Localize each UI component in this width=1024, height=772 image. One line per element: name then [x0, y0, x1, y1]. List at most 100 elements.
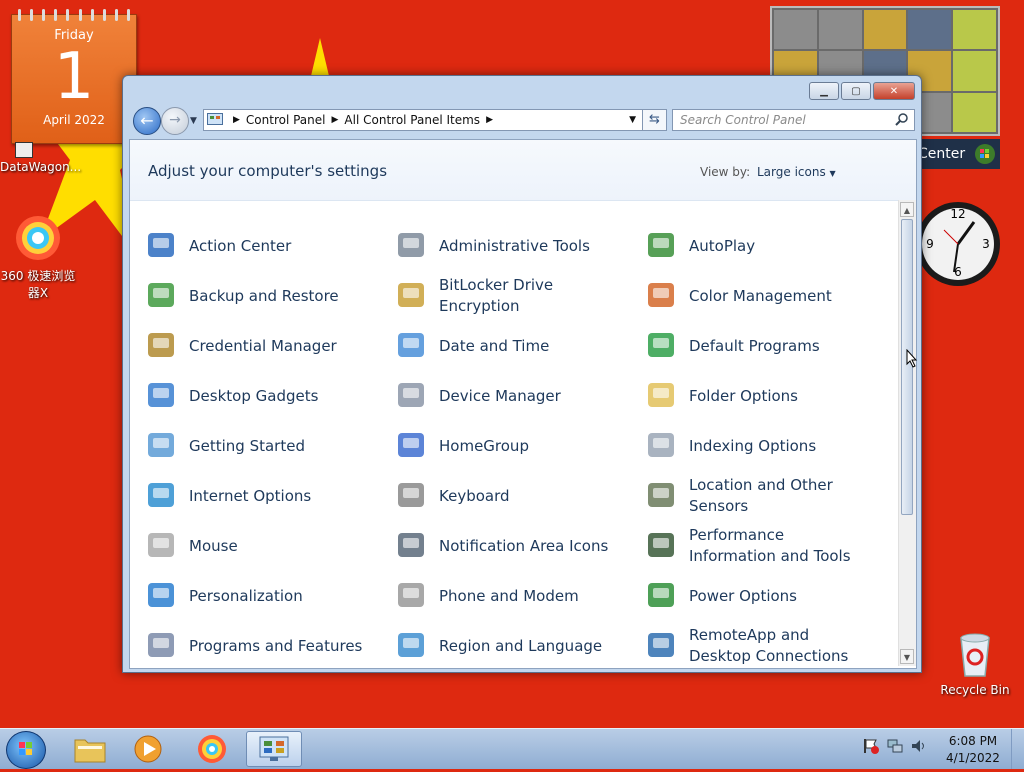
start-button[interactable] [6, 731, 46, 769]
forward-button[interactable]: → [161, 107, 189, 135]
cp-item[interactable]: Power Options [645, 574, 885, 618]
breadcrumb-separator[interactable]: ▶ [332, 115, 339, 125]
taskbar-360-browser[interactable] [184, 731, 240, 767]
clock-number-3: 3 [982, 237, 990, 251]
search-placeholder: Search Control Panel [680, 113, 806, 127]
cp-item-label: Location and Other Sensors [689, 476, 833, 515]
maximize-button[interactable]: ▢ [841, 82, 871, 100]
minimize-button[interactable]: ▁ [809, 82, 839, 100]
address-dropdown-icon[interactable]: ▼ [629, 115, 636, 125]
breadcrumb-all-items[interactable]: All Control Panel Items [344, 113, 480, 127]
cp-item[interactable]: BitLocker Drive Encryption [395, 274, 635, 318]
cp-item[interactable]: Getting Started [145, 424, 385, 468]
taskbar-media-player[interactable] [120, 731, 176, 767]
cp-item[interactable]: Administrative Tools [395, 224, 635, 268]
desktop-icon-datawagon[interactable]: DataWagon... [0, 142, 81, 174]
performance-icon [645, 529, 679, 563]
cp-item[interactable]: Region and Language [395, 624, 635, 668]
address-bar[interactable]: ▶ Control Panel ▶ All Control Panel Item… [203, 109, 643, 131]
close-button[interactable]: ✕ [873, 82, 915, 100]
cp-item-label: Device Manager [439, 386, 561, 405]
cp-item[interactable]: RemoteApp and Desktop Connections [645, 624, 885, 668]
bitlocker-key-icon [395, 279, 429, 313]
content-pane: Adjust your computer's settings View by:… [129, 139, 917, 669]
cp-item[interactable]: Indexing Options [645, 424, 885, 468]
media-center-bar[interactable]: Center [912, 139, 1000, 169]
cp-item[interactable]: Action Center [145, 224, 385, 268]
recent-pages-dropdown[interactable]: ▼ [190, 116, 197, 126]
vertical-scrollbar[interactable]: ▲ ▼ [898, 200, 916, 666]
recycle-bin-icon [960, 633, 990, 677]
cp-item[interactable]: Default Programs [645, 324, 885, 368]
cp-item[interactable]: Mouse [145, 524, 385, 568]
breadcrumb-separator[interactable]: ▶ [486, 115, 493, 125]
cp-item-label: Keyboard [439, 486, 510, 505]
view-by-dropdown[interactable]: Large icons ▼ [757, 165, 836, 179]
control-panel-window[interactable]: ▁ ▢ ✕ ← → ▼ ▶ Control Panel ▶ All Contro… [122, 75, 922, 673]
getting-started-icon [145, 429, 179, 463]
control-panel-icon [207, 113, 223, 125]
cp-item[interactable]: Desktop Gadgets [145, 374, 385, 418]
cp-item[interactable]: AutoPlay [645, 224, 885, 268]
color-management-icon [645, 279, 679, 313]
cp-item[interactable]: Folder Options [645, 374, 885, 418]
refresh-button[interactable]: ⇆ [643, 109, 667, 131]
default-programs-icon [645, 329, 679, 363]
desktop-icon-360-browser[interactable]: 360 极速浏览器X [0, 214, 76, 301]
cp-item[interactable]: Device Manager [395, 374, 635, 418]
cp-item[interactable]: HomeGroup [395, 424, 635, 468]
network-icon[interactable] [886, 737, 904, 755]
cp-item[interactable]: Backup and Restore [145, 274, 385, 318]
action-center-flag-icon[interactable] [862, 737, 880, 755]
browser-swirl-icon [198, 735, 226, 763]
shortcut-icon [15, 142, 33, 158]
autoplay-icon [645, 229, 679, 263]
cp-item[interactable]: Programs and Features [145, 624, 385, 668]
cp-item-label: Phone and Modem [439, 586, 579, 605]
calendar-gadget[interactable]: Friday 1 April 2022 [11, 9, 137, 144]
taskbar-explorer[interactable] [62, 731, 118, 767]
taskbar-clock[interactable]: 6:08 PM 4/1/2022 [940, 733, 1006, 767]
phone-icon [395, 579, 429, 613]
desktop-icon-label: Recycle Bin [940, 683, 1010, 697]
breadcrumb-separator[interactable]: ▶ [233, 115, 240, 125]
cp-item[interactable]: Notification Area Icons [395, 524, 635, 568]
cp-item[interactable]: Credential Manager [145, 324, 385, 368]
cp-item[interactable]: Performance Information and Tools [645, 524, 885, 568]
breadcrumb-control-panel[interactable]: Control Panel [246, 113, 326, 127]
calendar-day-number: 1 [53, 40, 95, 114]
device-manager-icon [395, 379, 429, 413]
cp-item-label: Action Center [189, 236, 292, 255]
clock-gadget[interactable]: 12 3 6 9 [914, 182, 1002, 306]
search-input[interactable]: Search Control Panel [672, 109, 915, 131]
homegroup-icon [395, 429, 429, 463]
credential-vault-icon [145, 329, 179, 363]
page-title: Adjust your computer's settings [148, 162, 388, 180]
scroll-down-button[interactable]: ▼ [900, 649, 914, 664]
volume-icon[interactable] [910, 737, 928, 755]
flag-icon [145, 229, 179, 263]
programs-icon [145, 629, 179, 663]
show-desktop-button[interactable] [1011, 729, 1024, 769]
desktop-icon-recycle-bin[interactable]: Recycle Bin [937, 630, 1013, 697]
cp-item[interactable]: Location and Other Sensors [645, 474, 885, 518]
region-globe-icon [395, 629, 429, 663]
remoteapp-icon [645, 629, 679, 663]
scroll-up-button[interactable]: ▲ [900, 202, 914, 217]
taskbar-control-panel[interactable] [246, 731, 302, 767]
view-by-label: View by: [700, 165, 751, 179]
chevron-down-icon: ▼ [829, 169, 836, 178]
cp-item[interactable]: Keyboard [395, 474, 635, 518]
cp-item[interactable]: Personalization [145, 574, 385, 618]
notification-icon [395, 529, 429, 563]
navigation-bar: ← → ▼ ▶ Control Panel ▶ All Control Pane… [131, 106, 915, 135]
cp-item[interactable]: Date and Time [395, 324, 635, 368]
back-button[interactable]: ← [133, 107, 161, 135]
cp-item-label: Getting Started [189, 436, 305, 455]
cp-item[interactable]: Internet Options [145, 474, 385, 518]
cp-item[interactable]: Phone and Modem [395, 574, 635, 618]
cp-item-label: Backup and Restore [189, 286, 339, 305]
cp-item[interactable]: Color Management [645, 274, 885, 318]
window-controls: ▁ ▢ ✕ [809, 82, 915, 100]
search-icon[interactable] [895, 112, 909, 126]
